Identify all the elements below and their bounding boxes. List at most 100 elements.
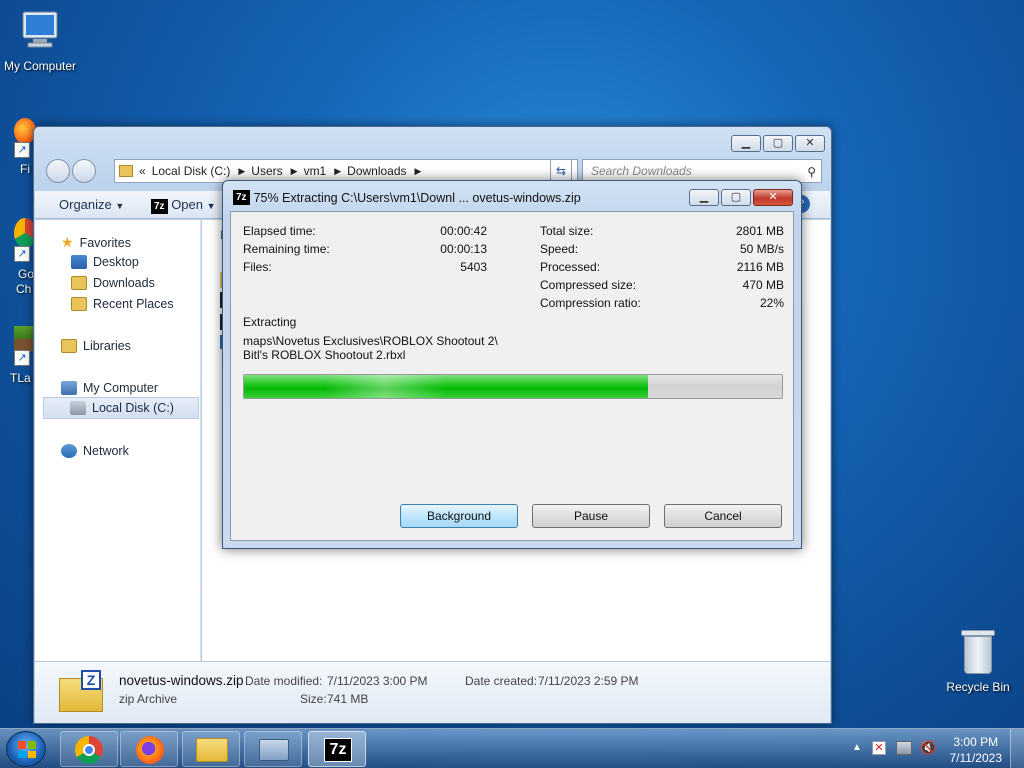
- drive-icon: [70, 401, 86, 415]
- date-modified-value: 7/11/2023 3:00 PM: [327, 674, 428, 688]
- folder-icon: [119, 165, 133, 177]
- nav-label: Downloads: [93, 276, 155, 290]
- minimize-icon: ▁: [699, 191, 709, 203]
- nav-network[interactable]: Network: [61, 444, 129, 458]
- taskbar-onscreen-keyboard[interactable]: [244, 731, 302, 767]
- nav-local-disk[interactable]: Local Disk (C:): [43, 397, 199, 419]
- pause-button[interactable]: Pause: [532, 504, 650, 528]
- system-clock[interactable]: 3:00 PM 7/11/2023: [950, 734, 1003, 766]
- breadcrumb-local-disk[interactable]: Local Disk (C:): [152, 164, 231, 178]
- chevron-right-icon[interactable]: ▶: [415, 166, 422, 177]
- search-placeholder: Search Downloads: [591, 164, 692, 178]
- taskbar: 7z ▲ ✕ 🔇 3:00 PM 7/11/2023: [0, 728, 1024, 768]
- windows-logo-icon: [18, 741, 36, 758]
- stat-value: 2116 MB: [736, 260, 784, 274]
- stat-value: 2801 MB: [735, 224, 784, 238]
- close-button[interactable]: ✕: [795, 135, 825, 152]
- progress-fill: [244, 375, 648, 398]
- network-icon: [61, 444, 77, 458]
- chevron-right-icon[interactable]: ▶: [334, 166, 341, 177]
- search-icon[interactable]: ⚲: [807, 161, 816, 183]
- nav-label: Libraries: [83, 339, 131, 353]
- desktop-icon-recycle-bin[interactable]: Recycle Bin: [940, 630, 1016, 694]
- zip-file-icon: Z: [59, 670, 105, 714]
- downloads-folder-icon: [71, 276, 87, 290]
- firefox-icon: [136, 736, 164, 764]
- recent-places-icon: [71, 297, 87, 311]
- open-button[interactable]: 7z Open ▼: [151, 197, 216, 214]
- stat-label: Files:: [243, 260, 272, 274]
- maximize-icon: ▢: [730, 191, 742, 203]
- nav-libraries[interactable]: Libraries: [61, 339, 131, 353]
- breadcrumb-vm1[interactable]: vm1: [304, 164, 327, 178]
- breadcrumb-users[interactable]: Users: [251, 164, 282, 178]
- stat-label: Speed:: [540, 242, 579, 256]
- breadcrumb-downloads[interactable]: Downloads: [347, 164, 406, 178]
- taskbar-firefox[interactable]: [120, 731, 178, 767]
- stat-label: Processed:: [540, 260, 601, 274]
- nav-recent-places[interactable]: Recent Places: [71, 297, 174, 311]
- close-icon: ✕: [768, 191, 778, 203]
- close-icon: ✕: [805, 137, 815, 149]
- extraction-progress-bar: [243, 374, 783, 399]
- refresh-icon: ⇆: [555, 164, 567, 178]
- close-button[interactable]: ✕: [753, 189, 793, 206]
- minimize-button[interactable]: ▁: [689, 189, 719, 206]
- minimize-button[interactable]: ▁: [731, 135, 761, 152]
- shortcut-arrow-icon: ↗: [14, 350, 30, 366]
- stat-label: Elapsed time:: [243, 224, 316, 238]
- stat-label: Compression ratio:: [540, 296, 641, 310]
- stat-label: Total size:: [540, 224, 594, 238]
- taskbar-explorer[interactable]: [182, 731, 240, 767]
- extraction-dialog: 7z 75% Extracting C:\Users\vm1\Downl ...…: [222, 180, 802, 549]
- dialog-title-text: 75% Extracting C:\Users\vm1\Downl ... ov…: [253, 190, 581, 205]
- network-status-icon[interactable]: [896, 741, 912, 755]
- chevron-right-icon[interactable]: ▶: [291, 166, 298, 177]
- file-type: zip Archive: [119, 692, 178, 706]
- maximize-button[interactable]: ▢: [721, 189, 751, 206]
- maximize-icon: ▢: [772, 137, 784, 149]
- nav-downloads[interactable]: Downloads: [71, 276, 155, 290]
- back-button[interactable]: [46, 159, 70, 183]
- extracting-label: Extracting: [243, 315, 297, 329]
- volume-muted-icon[interactable]: 🔇: [920, 740, 936, 756]
- desktop-icon-my-computer[interactable]: My Computer: [0, 8, 80, 73]
- desktop-icon-label: My Computer: [3, 59, 77, 73]
- computer-icon: [0, 8, 80, 57]
- background-button[interactable]: Background: [400, 504, 518, 528]
- keyboard-icon: [259, 739, 289, 761]
- 7zip-icon: 7z: [233, 190, 250, 205]
- organize-menu[interactable]: Organize ▼: [59, 197, 124, 212]
- stat-value: 470 MB: [742, 278, 784, 292]
- chevron-right-icon[interactable]: ▶: [238, 166, 245, 177]
- recycle-bin-icon: [961, 630, 995, 676]
- date-created-label: Date created:: [465, 674, 538, 688]
- nav-my-computer[interactable]: My Computer: [61, 381, 158, 395]
- forward-button[interactable]: [72, 159, 96, 183]
- stat-label: Compressed size:: [540, 278, 637, 292]
- stat-value: 22%: [759, 296, 784, 310]
- window-controls: ▁ ▢ ✕: [731, 135, 825, 152]
- chevron-down-icon: ▼: [206, 201, 216, 211]
- show-desktop-button[interactable]: [1010, 729, 1024, 768]
- nav-desktop[interactable]: Desktop: [71, 255, 139, 269]
- address-overflow[interactable]: «: [139, 164, 146, 178]
- 7zip-icon: 7z: [151, 199, 168, 214]
- details-pane: Z novetus-windows.zip zip Archive Date m…: [35, 661, 830, 723]
- start-button[interactable]: [6, 731, 46, 767]
- folder-icon: [196, 738, 228, 762]
- action-center-flag-icon[interactable]: ✕: [872, 741, 886, 755]
- nav-favorites[interactable]: ★ Favorites: [61, 234, 131, 251]
- desktop-icon-label: Fi: [20, 162, 30, 176]
- nav-label: Recent Places: [93, 297, 174, 311]
- date-modified-label: Date modified:: [245, 674, 323, 688]
- show-hidden-icons-icon[interactable]: ▲: [852, 742, 862, 753]
- 7zip-icon: 7z: [324, 738, 352, 762]
- taskbar-chrome[interactable]: [60, 731, 118, 767]
- file-name: novetus-windows.zip: [119, 673, 244, 688]
- dialog-body: Elapsed time: 00:00:42 Remaining time: 0…: [230, 211, 794, 541]
- stat-value: 00:00:13: [440, 242, 487, 256]
- taskbar-7zip[interactable]: 7z: [308, 731, 366, 767]
- cancel-button[interactable]: Cancel: [664, 504, 782, 528]
- maximize-button[interactable]: ▢: [763, 135, 793, 152]
